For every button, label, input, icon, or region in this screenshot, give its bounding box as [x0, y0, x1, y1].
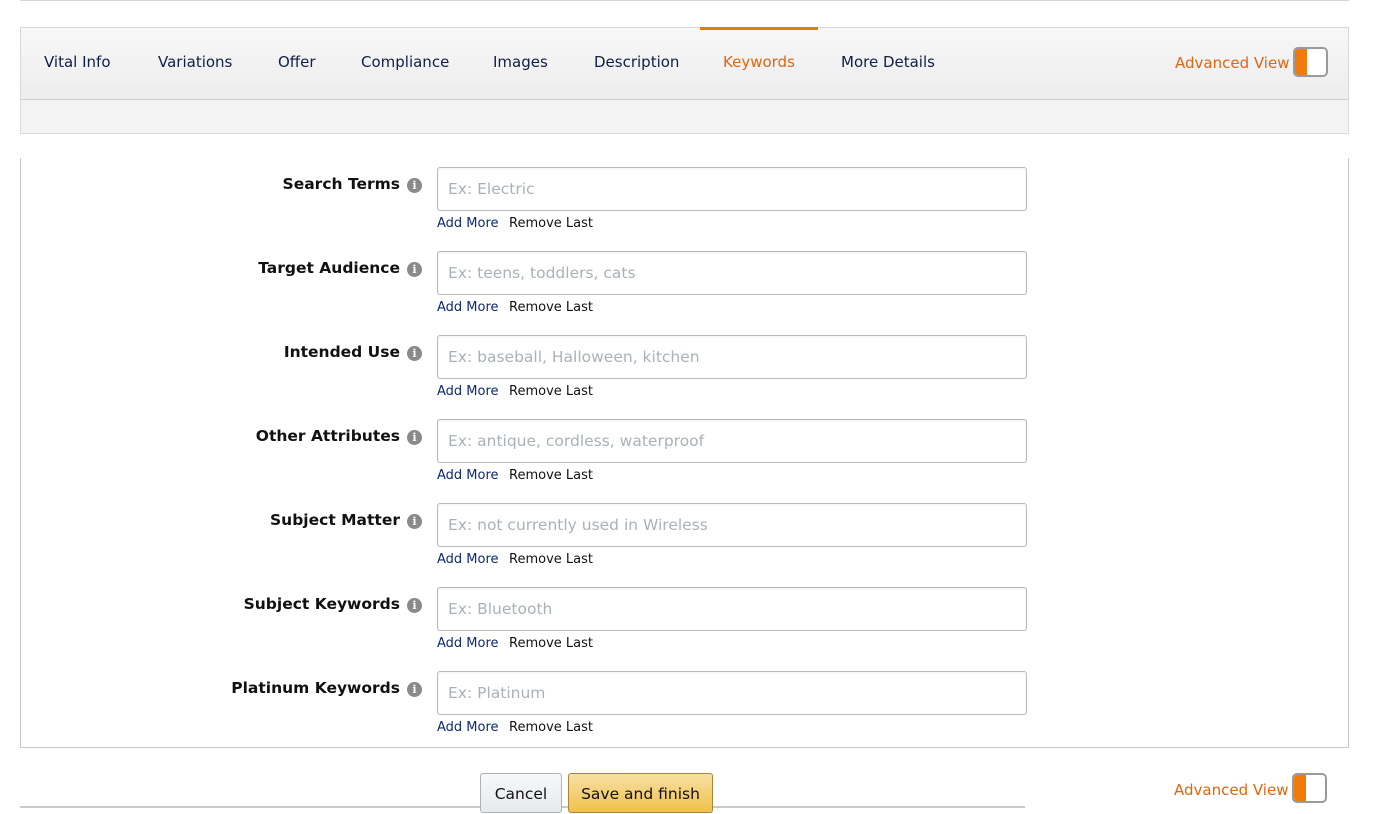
field-label: Subject Matter — [270, 511, 400, 529]
tab-keywords[interactable]: Keywords — [723, 28, 795, 99]
sub-toolbar — [20, 100, 1349, 134]
field-row-target-audience: Target Audience i Add More Remove Last — [21, 242, 1348, 326]
tab-images[interactable]: Images — [493, 28, 548, 99]
info-icon[interactable]: i — [407, 682, 422, 697]
info-icon[interactable]: i — [407, 262, 422, 277]
field-row-intended-use: Intended Use i Add More Remove Last — [21, 326, 1348, 410]
field-label: Subject Keywords — [243, 595, 400, 613]
top-divider — [20, 0, 1349, 1]
remove-last-link[interactable]: Remove Last — [509, 384, 593, 399]
remove-last-link[interactable]: Remove Last — [509, 636, 593, 651]
info-icon[interactable]: i — [407, 514, 422, 529]
field-row-subject-matter: Subject Matter i Add More Remove Last — [21, 494, 1348, 578]
keywords-form: Search Terms i Add More Remove Last Targ… — [20, 158, 1349, 748]
save-and-finish-button[interactable]: Save and finish — [568, 773, 713, 813]
field-row-platinum-keywords: Platinum Keywords i Add More Remove Last — [21, 662, 1348, 746]
add-more-link[interactable]: Add More — [437, 300, 499, 315]
field-row-search-terms: Search Terms i Add More Remove Last — [21, 158, 1348, 242]
other-attributes-input[interactable] — [437, 419, 1027, 463]
toggle-knob — [1295, 49, 1307, 75]
tab-vital-info[interactable]: Vital Info — [44, 28, 111, 99]
field-label: Platinum Keywords — [231, 679, 400, 697]
remove-last-link[interactable]: Remove Last — [509, 216, 593, 231]
subject-keywords-input[interactable] — [437, 587, 1027, 631]
tab-variations[interactable]: Variations — [158, 28, 232, 99]
info-icon[interactable]: i — [407, 178, 422, 193]
remove-last-link[interactable]: Remove Last — [509, 468, 593, 483]
advanced-view-label-bottom: Advanced View — [1174, 781, 1289, 799]
remove-last-link[interactable]: Remove Last — [509, 552, 593, 567]
tab-compliance[interactable]: Compliance — [361, 28, 449, 99]
tab-more-details[interactable]: More Details — [841, 28, 935, 99]
field-row-other-attributes: Other Attributes i Add More Remove Last — [21, 410, 1348, 494]
subject-matter-input[interactable] — [437, 503, 1027, 547]
cancel-button[interactable]: Cancel — [480, 773, 562, 813]
tab-offer[interactable]: Offer — [278, 28, 316, 99]
search-terms-input[interactable] — [437, 167, 1027, 211]
add-more-link[interactable]: Add More — [437, 384, 499, 399]
add-more-link[interactable]: Add More — [437, 720, 499, 735]
field-label: Other Attributes — [255, 427, 400, 445]
intended-use-input[interactable] — [437, 335, 1027, 379]
field-label: Search Terms — [282, 175, 400, 193]
field-row-subject-keywords: Subject Keywords i Add More Remove Last — [21, 578, 1348, 662]
platinum-keywords-input[interactable] — [437, 671, 1027, 715]
tab-description[interactable]: Description — [594, 28, 679, 99]
add-more-link[interactable]: Add More — [437, 636, 499, 651]
add-more-link[interactable]: Add More — [437, 552, 499, 567]
field-label: Intended Use — [283, 343, 400, 361]
field-label: Target Audience — [258, 259, 400, 277]
advanced-view-label: Advanced View — [1175, 54, 1290, 72]
info-icon[interactable]: i — [407, 598, 422, 613]
info-icon[interactable]: i — [407, 346, 422, 361]
add-more-link[interactable]: Add More — [437, 216, 499, 231]
remove-last-link[interactable]: Remove Last — [509, 300, 593, 315]
remove-last-link[interactable]: Remove Last — [509, 720, 593, 735]
advanced-view-toggle[interactable] — [1293, 47, 1328, 77]
advanced-view-toggle-bottom[interactable] — [1292, 773, 1327, 803]
add-more-link[interactable]: Add More — [437, 468, 499, 483]
toggle-knob — [1294, 775, 1306, 801]
tab-bar: Vital Info Variations Offer Compliance I… — [20, 27, 1349, 100]
target-audience-input[interactable] — [437, 251, 1027, 295]
info-icon[interactable]: i — [407, 430, 422, 445]
